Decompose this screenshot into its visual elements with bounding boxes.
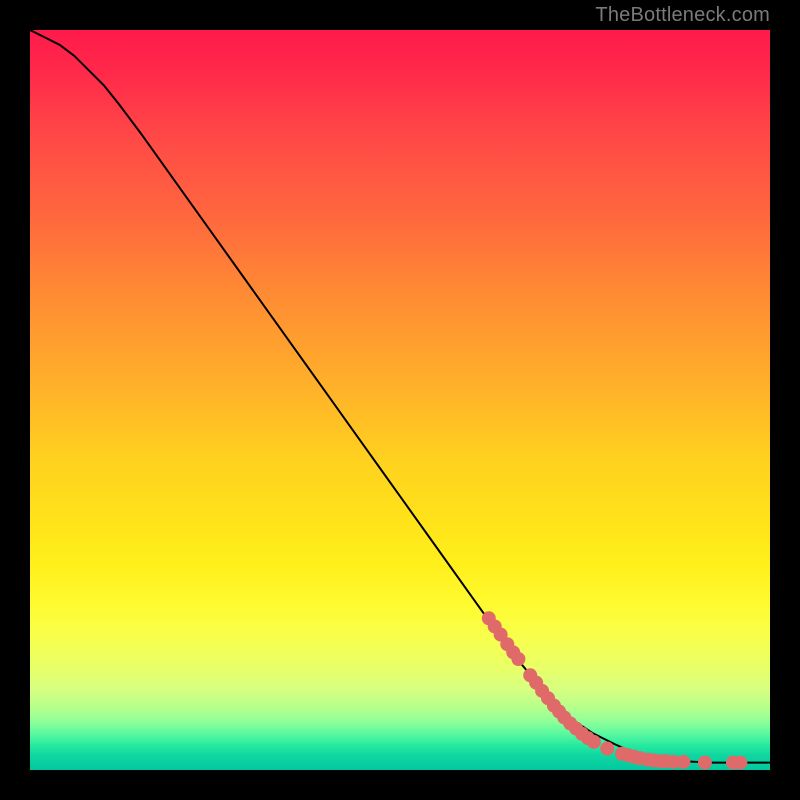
plot-area: [30, 30, 770, 770]
background-gradient: [30, 30, 770, 770]
chart-stage: TheBottleneck.com: [0, 0, 800, 800]
watermark-text: TheBottleneck.com: [595, 4, 770, 27]
